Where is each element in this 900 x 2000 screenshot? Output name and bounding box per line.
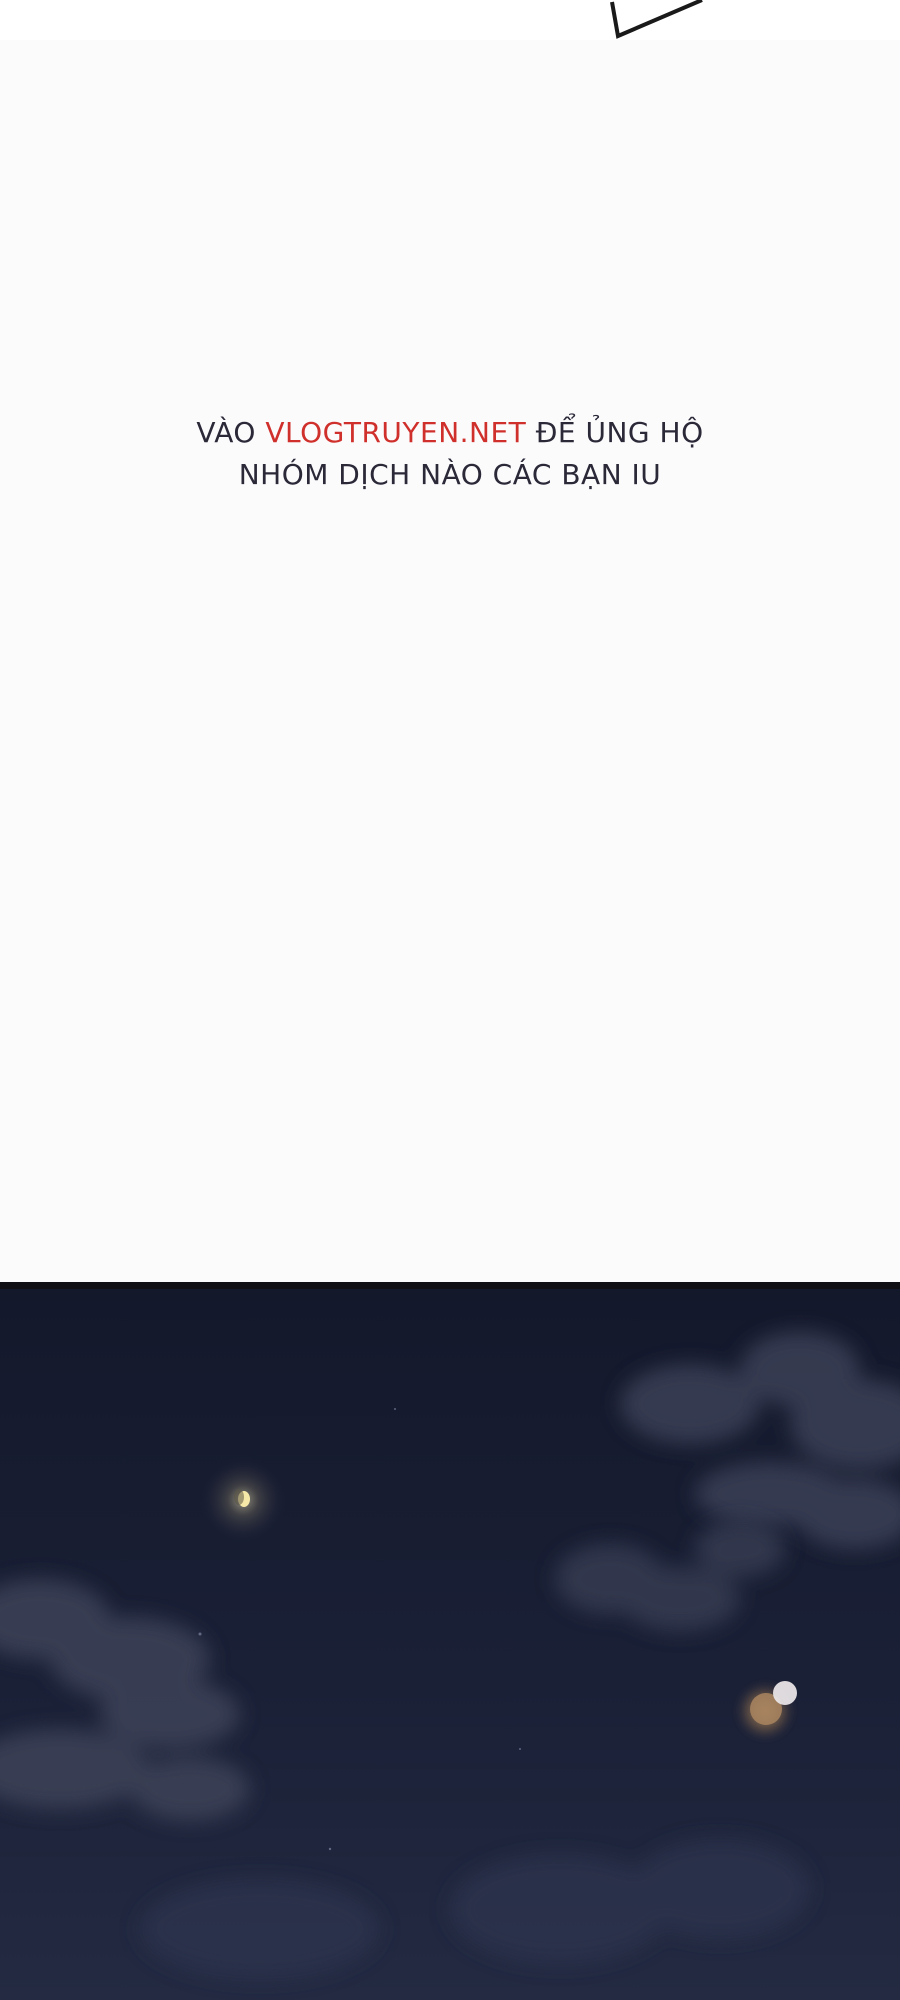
night-sky-illustration	[0, 1289, 900, 2000]
site-link[interactable]: VLOGTRUYEN.NET	[265, 416, 526, 449]
translator-credit: VÀO VLOGTRUYEN.NET ĐỂ ỦNG HỘ NHÓM DỊCH N…	[0, 412, 900, 496]
credit-prefix: VÀO	[196, 416, 256, 449]
distant-light-bright	[773, 1681, 797, 1705]
panel-divider	[0, 1282, 900, 1289]
credit-line-1: VÀO VLOGTRUYEN.NET ĐỂ ỦNG HỘ	[0, 412, 900, 454]
night-sky-panel	[0, 1289, 900, 2000]
speech-bubble-tail-icon	[610, 0, 703, 39]
credit-line-2: NHÓM DỊCH NÀO CÁC BẠN IU	[238, 458, 662, 491]
comic-panel-blank: VÀO VLOGTRUYEN.NET ĐỂ ỦNG HỘ NHÓM DỊCH N…	[0, 0, 900, 1282]
credit-suffix: ĐỂ ỦNG HỘ	[535, 416, 704, 449]
